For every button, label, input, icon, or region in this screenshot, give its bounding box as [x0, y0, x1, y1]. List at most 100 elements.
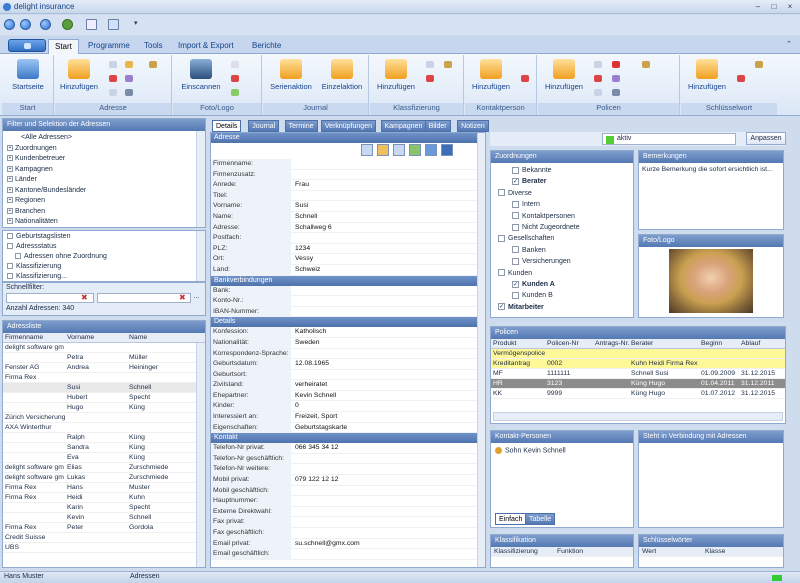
- filter-list-item[interactable]: Adressen ohne Zuordnung: [7, 252, 201, 262]
- checkbox-icon[interactable]: [498, 189, 505, 197]
- policen-column[interactable]: Berater: [631, 339, 653, 349]
- details-scrollbar[interactable]: [477, 133, 485, 567]
- policen-add-button[interactable]: Hinzufügen: [540, 59, 588, 91]
- delete-icon[interactable]: [426, 75, 434, 82]
- column-klasse[interactable]: Klasse: [705, 547, 725, 557]
- table-row[interactable]: Ralph Küng: [3, 433, 205, 443]
- tab-berichte[interactable]: Berichte: [246, 39, 287, 54]
- checkbox-icon[interactable]: [512, 246, 519, 254]
- expand-icon[interactable]: +: [7, 165, 13, 172]
- table-row[interactable]: Firma Rex Heidi Kuhn: [3, 493, 205, 503]
- filter-list-item[interactable]: Geburtstagslisten: [7, 232, 201, 242]
- checkbox-icon[interactable]: [7, 233, 13, 240]
- policen-row[interactable]: KK 9999 Küng Hugo 01.07.2012 31.12.2015: [491, 389, 785, 399]
- field-value[interactable]: Sweden: [295, 338, 320, 349]
- delete-icon[interactable]: [737, 75, 745, 82]
- ribbon-collapse-icon[interactable]: ⌃: [786, 40, 792, 48]
- expand-icon[interactable]: +: [7, 144, 13, 151]
- checkbox-icon[interactable]: [7, 243, 13, 250]
- checkbox-icon[interactable]: ✓: [498, 303, 505, 311]
- refresh-icon[interactable]: [4, 19, 15, 30]
- globe-icon[interactable]: [425, 144, 437, 156]
- expand-icon[interactable]: +: [7, 155, 13, 162]
- checkbox-icon[interactable]: [7, 263, 13, 270]
- copy-icon[interactable]: [109, 89, 117, 96]
- field-value[interactable]: Schweiz: [295, 265, 320, 276]
- column-vorname[interactable]: Vorname: [67, 333, 94, 343]
- schluesselwort-add-button[interactable]: Hinzufügen: [683, 59, 731, 91]
- clear-filter-icon[interactable]: ✖: [81, 293, 88, 302]
- checkbox-icon[interactable]: ✓: [512, 178, 519, 186]
- table-row[interactable]: UBS: [3, 543, 205, 553]
- checkbox-icon[interactable]: ✓: [512, 280, 519, 288]
- checkbox-icon[interactable]: [512, 200, 519, 208]
- tab-start[interactable]: Start: [48, 39, 79, 54]
- zuordnung-item[interactable]: Diverse: [494, 188, 630, 199]
- customize-qat-icon[interactable]: ▾: [134, 19, 138, 27]
- table-row[interactable]: Hubert Specht: [3, 393, 205, 403]
- more-button[interactable]: …: [193, 293, 200, 300]
- pdf-icon[interactable]: [612, 61, 620, 68]
- table-row[interactable]: Credit Suisse: [3, 533, 205, 543]
- field-value[interactable]: Kevin Schnell: [295, 391, 336, 402]
- zuordnung-item[interactable]: Kunden B: [494, 290, 630, 301]
- grid-icon[interactable]: [108, 19, 119, 30]
- gear-icon[interactable]: [642, 61, 650, 68]
- zuordnung-item[interactable]: ✓ Mitarbeiter: [494, 302, 630, 313]
- startseite-button[interactable]: Startseite: [6, 59, 50, 91]
- zuordnung-item[interactable]: Kontaktpersonen: [494, 211, 630, 222]
- edit-icon[interactable]: [426, 61, 434, 68]
- field-value[interactable]: 1234: [295, 244, 310, 255]
- forward-icon[interactable]: [40, 19, 51, 30]
- table-row[interactable]: Fenster AG Andrea Heininger: [3, 363, 205, 373]
- policen-column[interactable]: Antrags-Nr.: [595, 339, 629, 349]
- policen-row[interactable]: MF 1111111 Schnell Susi 01.09.2009 31.12.201…: [491, 369, 785, 379]
- expand-icon[interactable]: +: [7, 197, 13, 204]
- filter-tree-item[interactable]: + Zuordnungen: [7, 144, 201, 155]
- search-icon[interactable]: [393, 144, 405, 156]
- filter-list-item[interactable]: Klassifizierung...: [7, 272, 201, 282]
- globe-icon[interactable]: [125, 75, 133, 82]
- policen-row[interactable]: Kreditantrag 0002 Kuhn Heidi Firma Rex: [491, 359, 785, 369]
- application-menu-button[interactable]: [8, 39, 46, 52]
- table-row[interactable]: Kevin Schnell: [3, 513, 205, 523]
- schnellfilter-input-2[interactable]: [97, 293, 191, 303]
- back-icon[interactable]: [20, 19, 31, 30]
- tab-details[interactable]: Details: [212, 120, 242, 132]
- zuordnung-item[interactable]: ✓ Kunden A: [494, 279, 630, 290]
- table-row[interactable]: Firma Rex Peter Gordola: [3, 523, 205, 533]
- klassifizierung-add-button[interactable]: Hinzufügen: [372, 59, 420, 91]
- column-firmenname[interactable]: Firmenname: [5, 333, 43, 343]
- einzelaktion-button[interactable]: Einzelaktion: [317, 59, 367, 91]
- settings-icon[interactable]: [441, 144, 453, 156]
- table-row[interactable]: Firma Rex Hans Muster: [3, 483, 205, 493]
- gear-icon[interactable]: [149, 61, 157, 68]
- table-row[interactable]: Hugo Küng: [3, 403, 205, 413]
- zuordnung-item[interactable]: Banken: [494, 245, 630, 256]
- column-name[interactable]: Name: [129, 333, 147, 343]
- view-icon[interactable]: [125, 89, 133, 96]
- tab-tabelle[interactable]: Tabelle: [525, 513, 556, 525]
- gear-icon[interactable]: [755, 61, 763, 68]
- zuordnung-item[interactable]: Bekannte: [494, 165, 630, 176]
- field-value[interactable]: su.schnell@gmx.com: [295, 539, 360, 550]
- status-select[interactable]: aktiv: [602, 133, 736, 145]
- table-row[interactable]: Petra Müller: [3, 353, 205, 363]
- policen-row[interactable]: HR 3123 Küng Hugo 01.04.2011 31.12.2011: [491, 379, 785, 389]
- tab-verknüpfungen[interactable]: Verknüpfungen: [320, 120, 376, 132]
- zuordnung-item[interactable]: ✓ Berater: [494, 176, 630, 187]
- field-value[interactable]: Geburtstagskarte: [295, 423, 347, 434]
- policen-column[interactable]: Beginn: [701, 339, 722, 349]
- checkbox-icon[interactable]: [512, 223, 519, 231]
- table-row[interactable]: Zürich Versicherung: [3, 413, 205, 423]
- tab-einfach[interactable]: Einfach: [495, 513, 527, 525]
- zuordnung-item[interactable]: Gesellschaften: [494, 233, 630, 244]
- checkbox-icon[interactable]: [512, 212, 519, 220]
- tab-bilder[interactable]: Bilder: [424, 120, 451, 132]
- filter-tree-item[interactable]: + Kampagnen: [7, 165, 201, 176]
- policen-row[interactable]: Vermögenspolice: [491, 349, 785, 359]
- document-icon[interactable]: [86, 19, 97, 30]
- filter-tree-item[interactable]: + Nationalitäten: [7, 217, 201, 228]
- checkbox-icon[interactable]: [498, 235, 505, 242]
- policen-column[interactable]: Policen-Nr: [547, 339, 579, 349]
